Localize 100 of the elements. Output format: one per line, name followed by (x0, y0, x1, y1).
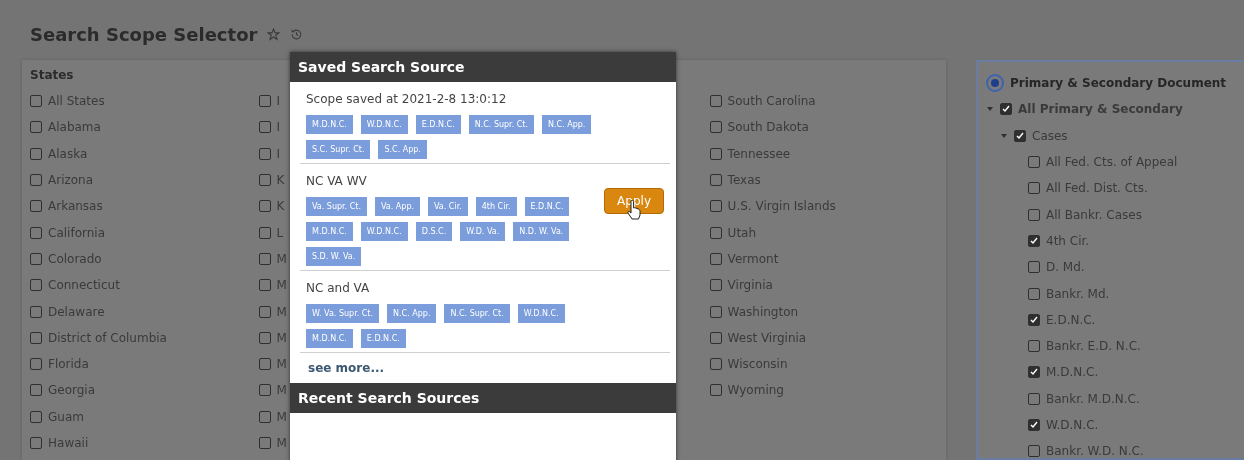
checkbox[interactable] (30, 200, 42, 213)
checkbox-label: M (276, 278, 287, 293)
checkbox-label: Georgia (48, 383, 96, 398)
checkbox-label: West Virginia (727, 330, 807, 345)
star-icon[interactable] (267, 27, 281, 41)
checkbox[interactable] (258, 226, 271, 239)
checkbox[interactable] (709, 305, 722, 318)
checkbox[interactable] (1028, 313, 1040, 326)
checkbox-label: I (276, 120, 281, 135)
court-tag: N.C. App. (542, 115, 592, 134)
checkbox[interactable] (30, 121, 42, 134)
checkbox[interactable] (709, 121, 722, 134)
history-icon[interactable] (290, 27, 304, 41)
checkbox[interactable] (709, 147, 722, 160)
checkbox[interactable] (258, 331, 271, 344)
court-tag: M.D.N.C. (306, 329, 353, 348)
checkbox-label: Washington (727, 304, 799, 319)
court-tag: E.D.N.C. (360, 329, 406, 348)
checkbox[interactable] (258, 174, 271, 187)
popup-title: Saved Search Source (290, 52, 676, 82)
tree-item-label: D. Md. (1046, 260, 1085, 275)
checkbox[interactable] (709, 95, 722, 108)
court-tag: 4th Cir. (475, 197, 517, 216)
tree-item-label: Bankr. M.D.N.C. (1046, 391, 1140, 406)
checkbox[interactable] (30, 437, 42, 449)
checkbox[interactable] (1028, 340, 1040, 353)
court-tag: W. Va. Supr. Ct. (306, 304, 380, 323)
checkbox-label: Alabama (48, 120, 101, 135)
checkbox[interactable] (258, 95, 271, 108)
saved-source[interactable]: NC VA WV Va. Supr. Ct. Va. App. Va. Cir. 4th Cir. E.D.N.C. M.D.N.C. W.D.N.C. D.S.C. W.D. Va. N.D. W. Va. S.D. W. Va. Apply (300, 164, 670, 271)
checkbox[interactable] (1028, 234, 1040, 247)
checkbox-label: Connecticut (48, 278, 120, 293)
court-tag: E.D.N.C. (524, 197, 570, 216)
checkbox[interactable] (258, 279, 271, 292)
see-more-link[interactable]: see more... (308, 361, 385, 375)
checkbox[interactable] (30, 279, 42, 292)
checkbox[interactable] (1028, 366, 1040, 379)
court-tag: N.D. W. Va. (513, 222, 570, 241)
checkbox[interactable] (1028, 261, 1040, 274)
checkbox[interactable] (709, 279, 722, 292)
checkbox[interactable] (1014, 129, 1026, 142)
checkbox[interactable] (1028, 392, 1040, 405)
checkbox[interactable] (30, 147, 42, 160)
checkbox[interactable] (1028, 445, 1040, 458)
court-tag: S.D. W. Va. (306, 247, 362, 266)
checkbox[interactable] (709, 226, 722, 239)
checkbox-label: South Carolina (727, 94, 816, 109)
checkbox-label: I (276, 146, 281, 161)
checkbox[interactable] (1028, 208, 1040, 221)
checkbox[interactable] (30, 358, 42, 371)
checkbox[interactable] (1028, 287, 1040, 300)
checkbox-label: M (276, 357, 287, 372)
checkbox[interactable] (258, 252, 271, 265)
radio-button[interactable] (986, 74, 1004, 93)
checkbox[interactable] (30, 305, 42, 318)
checkbox[interactable] (258, 305, 271, 318)
checkbox[interactable] (709, 384, 722, 397)
checkbox-label: Colorado (48, 251, 102, 266)
checkbox-label: L (276, 225, 284, 240)
checkbox-label: M (276, 383, 287, 398)
checkbox[interactable] (30, 410, 42, 423)
checkbox[interactable] (30, 95, 42, 108)
checkbox[interactable] (709, 200, 722, 213)
checkbox-label: Delaware (48, 304, 105, 319)
checkbox[interactable] (30, 331, 42, 344)
checkbox[interactable] (258, 121, 271, 134)
checkbox[interactable] (30, 252, 42, 265)
radio-label: Primary & Secondary Document (1010, 76, 1227, 91)
checkbox[interactable] (258, 358, 271, 371)
tree-item-label: W.D.N.C. (1046, 418, 1099, 432)
checkbox[interactable] (30, 226, 42, 239)
checkbox[interactable] (258, 200, 271, 213)
tree-item-label: Cases (1032, 128, 1068, 143)
caret-icon[interactable] (1000, 131, 1008, 140)
checkbox[interactable] (709, 358, 722, 371)
checkbox[interactable] (709, 252, 722, 265)
checkbox-label: Utah (727, 225, 757, 240)
tree-item-label: Bankr. Md. (1046, 286, 1110, 301)
checkbox-label: Texas (727, 173, 761, 188)
source-name: NC VA WV (306, 174, 368, 188)
checkbox-label: M (276, 251, 287, 266)
checkbox[interactable] (258, 147, 271, 160)
checkbox-label: M (276, 409, 287, 424)
checkbox[interactable] (709, 174, 722, 187)
checkbox-label: California (48, 225, 105, 240)
checkbox[interactable] (258, 437, 271, 449)
checkbox[interactable] (1028, 419, 1040, 431)
tree-item-label: 4th Cir. (1046, 233, 1090, 248)
checkbox-label: I (276, 94, 281, 109)
checkbox[interactable] (30, 174, 42, 187)
checkbox[interactable] (1028, 156, 1040, 169)
saved-source[interactable]: Scope saved at 2021-2-8 13:0:12 M.D.N.C. W.D.N.C. E.D.N.C. N.C. Supr. Ct. N.C. App. S.C. Supr. Ct. S.C. App. (300, 82, 670, 164)
saved-source[interactable]: NC and VA W. Va. Supr. Ct. N.C. App. N.C. Supr. Ct. W.D.N.C. M.D.N.C. E.D.N.C. (300, 271, 670, 353)
court-tag: Va. Supr. Ct. (306, 197, 367, 216)
checkbox[interactable] (1000, 103, 1012, 116)
checkbox[interactable] (258, 410, 271, 423)
checkbox[interactable] (709, 331, 722, 344)
checkbox[interactable] (1028, 182, 1040, 195)
checkbox[interactable] (30, 384, 42, 397)
checkbox[interactable] (258, 384, 271, 397)
